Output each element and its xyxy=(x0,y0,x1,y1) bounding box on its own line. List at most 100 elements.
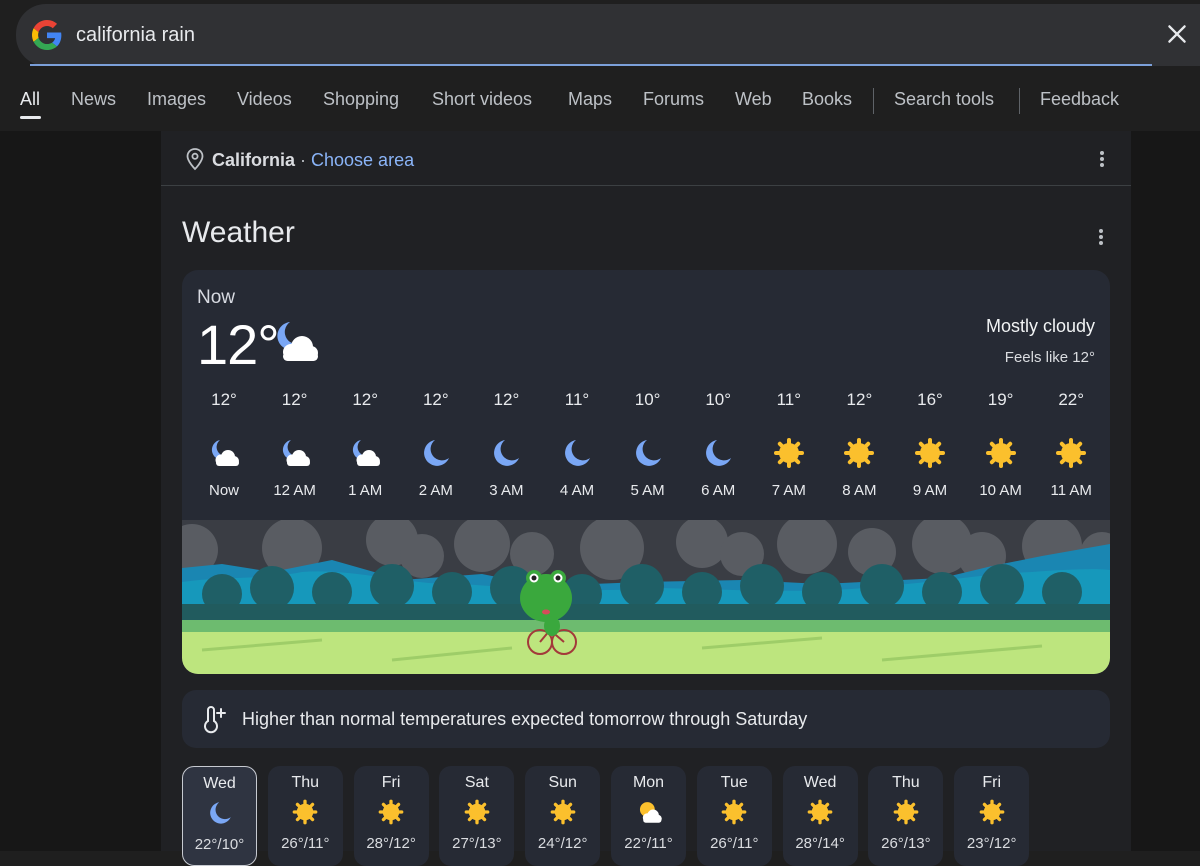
tab-news[interactable]: News xyxy=(71,89,116,110)
hourly-temp: 12° xyxy=(352,390,379,409)
hourly-item[interactable]: 11° 4 AM xyxy=(542,390,612,499)
hourly-time: 8 AM xyxy=(842,482,877,499)
tab-all[interactable]: All xyxy=(20,89,40,110)
hourly-temp: 12° xyxy=(846,390,873,409)
day-name: Sat xyxy=(464,774,489,791)
sun-icon xyxy=(892,798,920,826)
alert-text: Higher than normal temperatures expected… xyxy=(242,709,808,729)
day-temps: 26°/11° xyxy=(281,835,330,852)
thermometer-plus-icon xyxy=(204,706,226,734)
hourly-item[interactable]: 10° 6 AM xyxy=(683,390,753,499)
active-tab-indicator xyxy=(20,116,41,119)
hourly-temp: 12° xyxy=(493,390,520,409)
daily-item[interactable]: Wed 22°/10° xyxy=(182,766,257,866)
weather-condition: Mostly cloudy xyxy=(985,316,1095,336)
daily-item[interactable]: Fri 23°/12° xyxy=(954,766,1030,866)
tab-shopping[interactable]: Shopping xyxy=(323,89,399,110)
left-gutter xyxy=(0,131,161,851)
sun-icon xyxy=(772,436,806,470)
hourly-item[interactable]: 11° 7 AM xyxy=(754,390,824,499)
day-temps: 27°/13° xyxy=(452,835,502,852)
hourly-temp: 19° xyxy=(987,390,1014,409)
daily-item[interactable]: Fri 28°/12° xyxy=(353,766,429,866)
hourly-temp: 10° xyxy=(634,390,661,409)
location-name: California xyxy=(212,150,296,170)
hourly-temp: 12° xyxy=(422,390,449,409)
day-name: Fri xyxy=(381,774,401,791)
moon-cloud-icon xyxy=(348,436,382,470)
day-name: Thu xyxy=(892,774,920,791)
hourly-item[interactable]: 12° Now xyxy=(189,390,259,499)
hourly-item[interactable]: 12° 8 AM xyxy=(824,390,894,499)
hourly-item[interactable]: 10° 5 AM xyxy=(613,390,683,499)
tab-books[interactable]: Books xyxy=(802,89,852,110)
hourly-time: 1 AM xyxy=(348,482,383,499)
search-tabs: All News Images Videos Shopping Short vi… xyxy=(0,86,1200,120)
moon-icon xyxy=(419,436,453,470)
choose-area-link[interactable]: Choose area xyxy=(311,150,414,170)
now-label: Now xyxy=(197,287,236,308)
search-input[interactable]: california rain xyxy=(76,24,195,47)
day-name: Mon xyxy=(632,774,665,791)
daily-item[interactable]: Mon 22°/11° xyxy=(611,766,686,866)
day-temps: 22°/11° xyxy=(624,835,673,852)
tab-forums[interactable]: Forums xyxy=(643,89,704,110)
sun-icon xyxy=(549,798,577,826)
day-temps: 26°/13° xyxy=(881,835,931,852)
hourly-temp: 22° xyxy=(1058,390,1085,409)
tab-search-tools[interactable]: Search tools xyxy=(894,89,994,110)
tab-short-videos[interactable]: Short videos xyxy=(432,89,532,110)
tab-web[interactable]: Web xyxy=(735,89,772,110)
close-icon[interactable] xyxy=(1164,21,1190,47)
daily-item[interactable]: Thu 26°/11° xyxy=(267,766,343,866)
location-more-icon[interactable] xyxy=(1099,149,1105,169)
tab-maps[interactable]: Maps xyxy=(568,89,612,110)
search-bar[interactable]: california rain xyxy=(16,4,1200,66)
sun-icon xyxy=(720,798,748,826)
weather-more-icon[interactable] xyxy=(1098,227,1104,247)
moon-cloud-icon xyxy=(278,436,312,470)
hourly-item[interactable]: 12° 3 AM xyxy=(471,390,541,499)
weather-title: Weather xyxy=(182,216,295,249)
hourly-item[interactable]: 22° 11 AM xyxy=(1036,390,1106,499)
sun-icon xyxy=(913,436,947,470)
day-temps: 26°/11° xyxy=(710,835,759,852)
hourly-temp: 12° xyxy=(281,390,308,409)
hourly-item[interactable]: 16° 9 AM xyxy=(895,390,965,499)
feels-like: Feels like 12° xyxy=(1004,349,1095,366)
hourly-time: 6 AM xyxy=(701,482,736,499)
hourly-time: 9 AM xyxy=(912,482,948,499)
daily-item[interactable]: Sun 24°/12° xyxy=(525,766,601,866)
day-temps: 24°/12° xyxy=(537,835,588,852)
tab-videos[interactable]: Videos xyxy=(237,89,292,110)
hourly-time: 10 AM xyxy=(979,482,1022,499)
tab-images[interactable]: Images xyxy=(147,89,206,110)
hourly-time: 2 AM xyxy=(418,482,453,499)
hourly-item[interactable]: 19° 10 AM xyxy=(966,390,1036,499)
right-gutter xyxy=(1131,131,1200,851)
moon-icon xyxy=(489,436,523,470)
location-separator: · xyxy=(295,150,312,170)
daily-item[interactable]: Wed 28°/14° xyxy=(782,766,858,866)
daily-item[interactable]: Thu 26°/13° xyxy=(868,766,944,866)
sun-icon xyxy=(842,436,876,470)
sun-icon xyxy=(291,798,319,826)
moon-icon xyxy=(631,436,665,470)
hourly-item[interactable]: 12° 1 AM xyxy=(330,390,400,499)
daily-item[interactable]: Tue 26°/11° xyxy=(696,766,772,866)
daily-item[interactable]: Sat 27°/13° xyxy=(439,766,515,866)
hourly-item[interactable]: 12° 2 AM xyxy=(401,390,471,499)
weather-animation-scene xyxy=(182,520,1110,674)
hourly-temp: 16° xyxy=(917,390,943,409)
day-name: Sun xyxy=(548,774,577,791)
sun-icon xyxy=(377,798,405,826)
tab-feedback[interactable]: Feedback xyxy=(1040,89,1119,110)
day-name: Wed xyxy=(203,775,236,792)
weather-card: Now 12° Mostly cloudy Feels like 12° 12°… xyxy=(182,270,1110,674)
current-temperature: 12° xyxy=(197,313,280,376)
temperature-alert[interactable]: Higher than normal temperatures expected… xyxy=(182,690,1110,748)
search-bar-underline xyxy=(30,64,1152,66)
sun-icon xyxy=(984,436,1018,470)
hourly-item[interactable]: 12° 12 AM xyxy=(260,390,330,499)
hourly-temp: 11° xyxy=(564,390,590,409)
